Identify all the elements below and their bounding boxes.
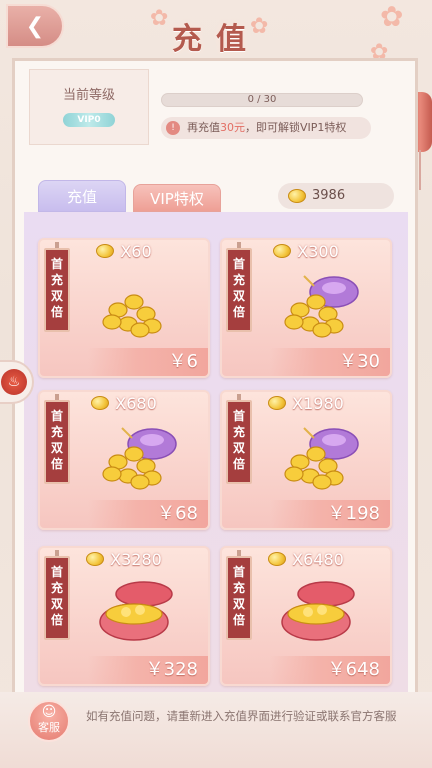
product-quantity-value: X1980 <box>292 394 344 413</box>
vip-unlock-tip: ! 再充值30元，即可解锁VIP1特权 <box>161 117 371 139</box>
vip-progress-bar: 0 / 30 <box>161 93 363 107</box>
coin-icon <box>288 189 306 203</box>
product-card[interactable]: X3280 首充双倍 ￥328 <box>38 546 210 686</box>
pouch-coins-icon <box>270 270 370 340</box>
ribbon-text: 首充双倍 <box>50 409 63 471</box>
coin-icon <box>91 395 110 410</box>
first-charge-double-ribbon: 首充双倍 <box>44 242 70 332</box>
product-price[interactable]: ￥328 <box>88 656 208 684</box>
tab-vip-privilege[interactable]: VIP特权 <box>133 184 221 212</box>
ribbon-text: 首充双倍 <box>50 257 63 319</box>
product-price[interactable]: ￥648 <box>270 656 390 684</box>
customer-service-label: 客服 <box>38 721 60 734</box>
product-quantity-value: X300 <box>297 242 339 261</box>
chest-icon <box>88 578 188 648</box>
product-card[interactable]: X60 首充双倍 ￥6 <box>38 238 210 378</box>
footer-notice: 如有充值问题，请重新进入充值界面进行验证或联系官方客服 <box>86 709 397 723</box>
tip-prefix: 再充值 <box>187 121 220 134</box>
coins-icon <box>88 270 188 340</box>
product-quantity-value: X60 <box>120 242 152 261</box>
first-charge-double-ribbon: 首充双倍 <box>44 394 70 484</box>
info-icon: ! <box>166 121 180 135</box>
first-charge-double-ribbon: 首充双倍 <box>44 550 70 640</box>
coin-icon <box>268 551 287 566</box>
customer-service-button[interactable]: ☺ 客服 <box>28 700 70 742</box>
ribbon-text: 首充双倍 <box>232 257 245 319</box>
tip-amount: 30元 <box>220 121 245 134</box>
ribbon-text: 首充双倍 <box>50 565 63 627</box>
pouch-coins-icon <box>88 422 188 492</box>
product-grid: X60 首充双倍 ￥6 X300 首充双倍 ￥30 X680 首充双倍 ￥68 … <box>24 212 408 692</box>
product-card[interactable]: X300 首充双倍 ￥30 <box>220 238 392 378</box>
coin-icon <box>86 551 105 566</box>
ribbon-text: 首充双倍 <box>232 565 245 627</box>
tip-suffix: ，即可解锁VIP1特权 <box>245 121 347 134</box>
chest-icon <box>270 578 370 648</box>
first-charge-double-ribbon: 首充双倍 <box>226 550 252 640</box>
page-title: 充值 <box>172 22 260 57</box>
coin-icon <box>96 243 115 258</box>
product-price[interactable]: ￥68 <box>88 500 208 528</box>
product-card[interactable]: X1980 首充双倍 ￥198 <box>220 390 392 530</box>
vip-level-badge: VIP0 <box>63 113 115 127</box>
first-charge-double-ribbon: 首充双倍 <box>226 242 252 332</box>
vip-progress-text: 0 / 30 <box>247 94 277 105</box>
tab-charge[interactable]: 充值 <box>38 180 126 212</box>
product-quantity-value: X6480 <box>292 550 344 569</box>
product-price[interactable]: ￥198 <box>270 500 390 528</box>
product-card[interactable]: X680 首充双倍 ￥68 <box>38 390 210 530</box>
header: ❮ ✿ ✿ ✿ ✿ 充值 <box>0 0 432 65</box>
product-price[interactable]: ￥30 <box>270 348 390 376</box>
product-quantity-value: X680 <box>115 394 157 413</box>
ribbon-text: 首充双倍 <box>232 409 245 471</box>
pouch-coins-icon <box>270 422 370 492</box>
product-quantity-value: X3280 <box>110 550 162 569</box>
vip-level-box: 当前等级 VIP0 <box>29 69 149 145</box>
product-price[interactable]: ￥6 <box>88 348 208 376</box>
coin-balance-value: 3986 <box>312 188 346 203</box>
coin-balance: 3986 <box>278 183 394 209</box>
fire-icon: ♨ <box>1 369 27 395</box>
coin-icon <box>273 243 292 258</box>
first-charge-double-ribbon: 首充双倍 <box>226 394 252 484</box>
level-label: 当前等级 <box>62 88 115 103</box>
product-card[interactable]: X6480 首充双倍 ￥648 <box>220 546 392 686</box>
smile-icon: ☺ <box>41 704 57 720</box>
footer: ☺ 客服 如有充值问题，请重新进入充值界面进行验证或联系官方客服 <box>0 692 432 768</box>
coin-icon <box>268 395 287 410</box>
